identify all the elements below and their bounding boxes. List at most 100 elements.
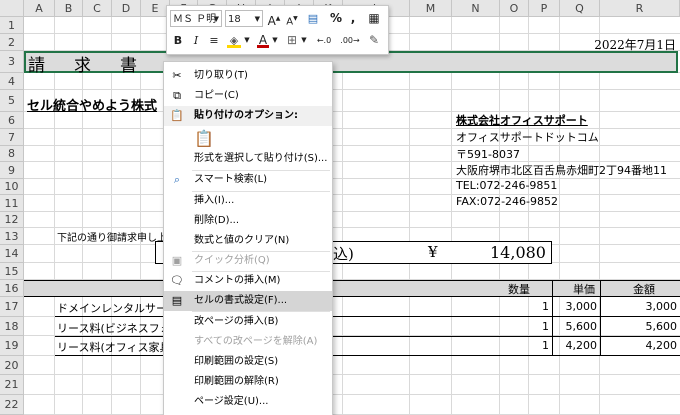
client-name[interactable]: セル統合やめよう株式	[27, 95, 157, 114]
increase-decimal-icon[interactable]: ←.0	[312, 32, 336, 49]
menu-item-delete[interactable]: 削除(D)...	[164, 211, 332, 231]
row-header[interactable]: 8	[0, 146, 24, 162]
row-header[interactable]: 19	[0, 336, 24, 356]
grid-row-line	[24, 194, 680, 195]
format-painter-icon[interactable]: ✎	[366, 32, 382, 49]
column-header[interactable]: N	[452, 0, 500, 17]
column-header[interactable]: R	[600, 0, 680, 17]
menu-item-copy[interactable]: ⧉ コピー(C)	[164, 86, 332, 106]
percent-style-icon[interactable]: %	[329, 10, 343, 27]
row-header[interactable]: 2	[0, 34, 24, 51]
row-header[interactable]: 20	[0, 356, 24, 375]
item-qty: 1	[542, 339, 549, 352]
menu-item-insert-page-break[interactable]: 改ページの挿入(B)	[164, 312, 332, 332]
row-header[interactable]: 3	[0, 51, 24, 73]
column-header[interactable]: P	[529, 0, 560, 17]
menu-item-set-print-area[interactable]: 印刷範囲の設定(S)	[164, 352, 332, 372]
column-header[interactable]: A	[24, 0, 55, 17]
header-qty: 数量	[508, 283, 530, 296]
menu-item-reset-page-breaks: すべての改ページを解除(A)	[194, 336, 318, 347]
grid-row-line	[24, 89, 680, 90]
table-col-border	[552, 280, 553, 356]
invoice-title: 請 求 書	[28, 56, 143, 76]
italic-button[interactable]: I	[189, 32, 203, 49]
request-text[interactable]: 下記の通り御請求申し上	[57, 229, 167, 244]
company-name[interactable]: 株式会社オフィスサポート	[456, 112, 588, 128]
row-header[interactable]: 4	[0, 73, 24, 90]
row-header[interactable]: 18	[0, 317, 24, 336]
spreadsheet[interactable]: ABCDEFGHIJKLMNOPQR 123456789101112131415…	[0, 0, 680, 415]
row-header[interactable]: 16	[0, 280, 24, 297]
item-price: 5,600	[565, 320, 598, 333]
menu-item-clear-contents[interactable]: 数式と値のクリア(N)	[164, 231, 332, 251]
column-header[interactable]: Q	[560, 0, 600, 17]
menu-item-page-setup[interactable]: ページ設定(U)...	[164, 392, 332, 412]
search-icon: ⌕	[173, 173, 181, 186]
comma-style-icon[interactable]: ,	[347, 10, 359, 27]
menu-item-clear-print-area[interactable]: 印刷範囲の解除(R)	[164, 372, 332, 392]
menu-item-cut[interactable]: ✂ 切り取り(T)	[164, 66, 332, 86]
total-amount: 14,080	[490, 243, 546, 262]
number-format-icon[interactable]: ▤	[304, 10, 322, 27]
company-postal[interactable]: 〒591-8037	[456, 146, 520, 162]
table-col-border	[600, 280, 601, 356]
menu-paste-options-header: 📋 貼り付けのオプション:	[164, 106, 332, 126]
chevron-down-icon[interactable]: ▼	[243, 32, 251, 49]
company-site[interactable]: オフィスサポートドットコム	[456, 129, 599, 145]
column-header[interactable]: B	[55, 0, 83, 17]
font-name-box[interactable]: ＭＳ Ｐ明 ▼	[170, 10, 222, 27]
chevron-down-icon[interactable]: ▼	[271, 32, 279, 49]
decrease-decimal-icon[interactable]: .00→	[337, 32, 363, 49]
row-header[interactable]: 10	[0, 179, 24, 195]
column-header[interactable]: C	[83, 0, 112, 17]
row-header[interactable]: 5	[0, 90, 24, 112]
item-qty: 1	[542, 300, 549, 313]
menu-item-paste-special[interactable]: 形式を選択して貼り付け(S)...	[164, 149, 332, 169]
company-address[interactable]: 大阪府堺市北区百舌鳥赤畑町2丁94番地11	[456, 162, 667, 178]
mini-toolbar: ＭＳ Ｐ明 ▼ 18 ▼ A▲ A▼ ▤ % , ▦ B I ≡ ◈ ▼ A ▼…	[166, 5, 389, 55]
font-size-box[interactable]: 18 ▼	[225, 10, 263, 27]
borders-icon[interactable]: ⊞	[284, 32, 300, 49]
row-header[interactable]: 7	[0, 129, 24, 146]
total-tax-label: 込)	[333, 245, 354, 263]
row-header[interactable]: 14	[0, 245, 24, 263]
item-amount: 4,200	[645, 339, 678, 352]
row-header[interactable]: 13	[0, 228, 24, 245]
paste-icon: 📋	[170, 109, 184, 122]
chevron-down-icon[interactable]: ▼	[300, 32, 308, 49]
column-header[interactable]: O	[500, 0, 529, 17]
row-header[interactable]: 9	[0, 162, 24, 179]
font-size-value: 18	[228, 14, 241, 25]
menu-item-insert[interactable]: 挿入(I)...	[164, 191, 332, 211]
header-price: 単価	[573, 283, 595, 296]
format-cells-icon: ▤	[171, 294, 183, 307]
row-header[interactable]: 12	[0, 212, 24, 228]
shrink-font-icon[interactable]: A▼	[284, 10, 300, 27]
column-header[interactable]: D	[112, 0, 141, 17]
company-fax[interactable]: FAX:072-246-9852	[456, 195, 558, 208]
row-header[interactable]: 21	[0, 375, 24, 395]
context-menu: ✂ 切り取り(T) ⧉ コピー(C) 📋 貼り付けのオプション: 📋 形式を選択…	[163, 61, 333, 415]
format-table-icon[interactable]: ▦	[366, 10, 382, 27]
row-header[interactable]: 15	[0, 263, 24, 280]
row-header[interactable]: 1	[0, 17, 24, 34]
menu-item-format-cells[interactable]: ▤ セルの書式設定(F)...	[164, 291, 332, 311]
grow-font-icon[interactable]: A▲	[266, 10, 282, 28]
row-header[interactable]: 22	[0, 395, 24, 415]
select-all-corner[interactable]	[0, 0, 24, 17]
row-header[interactable]: 6	[0, 112, 24, 129]
item-name: リース料(ビジネスフォ	[57, 322, 171, 335]
align-center-icon[interactable]: ≡	[207, 32, 221, 49]
bold-button[interactable]: B	[171, 32, 185, 49]
comment-icon: 🗨	[170, 274, 184, 287]
row-header[interactable]: 17	[0, 297, 24, 317]
menu-item-insert-comment[interactable]: 🗨 コメントの挿入(M)	[164, 271, 332, 291]
company-tel[interactable]: TEL:072-246-9851	[456, 179, 557, 192]
font-color-icon[interactable]: A	[255, 32, 271, 49]
row-header[interactable]: 11	[0, 195, 24, 212]
menu-item-smart-lookup[interactable]: ⌕ スマート検索(L)	[164, 170, 332, 190]
paste-option-button[interactable]: 📋	[192, 128, 216, 150]
fill-color-icon[interactable]: ◈	[225, 32, 243, 49]
grid-row-line	[24, 211, 680, 212]
column-header[interactable]: M	[410, 0, 452, 17]
